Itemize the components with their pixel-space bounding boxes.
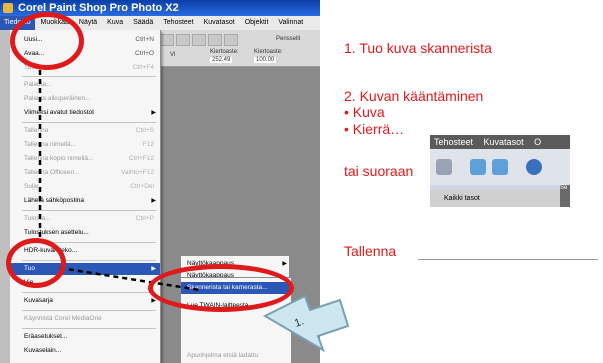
instruction-bullet-kierra: • Kierrä…: [344, 121, 405, 137]
instruction-step2: 2. Kuvan kääntäminen: [344, 88, 484, 104]
toolbar-icon[interactable]: [436, 159, 452, 175]
highlight-circle-tuo: [6, 238, 66, 288]
highlight-circle-scanner: [148, 264, 294, 312]
mini-menubar: Tehosteet Kuvatasot O: [430, 135, 570, 149]
save-underline: [418, 259, 598, 260]
mini-side-panel: Se: [560, 185, 570, 207]
highlight-circle-file-menu: [10, 12, 84, 70]
mini-menu-o[interactable]: O: [530, 137, 545, 147]
rotate-left-icon[interactable]: [470, 159, 486, 175]
toolbar-icon[interactable]: [526, 159, 542, 175]
mini-menu-tehosteet[interactable]: Tehosteet: [430, 137, 477, 147]
mini-side-label: Se: [560, 185, 568, 191]
mini-menu-kuvatasot[interactable]: Kuvatasot: [480, 137, 528, 147]
rotate-right-icon[interactable]: [492, 159, 508, 175]
instruction-save: Tallenna: [344, 243, 397, 259]
instruction-bullet-kuva: • Kuva: [344, 104, 385, 120]
instruction-or-direct: tai suoraan: [344, 163, 414, 179]
mini-layer-bar: Kaikki tasot: [430, 190, 570, 207]
instruction-step1: 1. Tuo kuva skannerista: [344, 40, 492, 56]
rotate-toolbar-screenshot: Tehosteet Kuvatasot O Kaikki tasot Se: [430, 135, 570, 207]
annotation-arrow-icon: [262, 294, 350, 353]
mini-toolbar: [430, 149, 570, 185]
mini-all-layers-label: Kaikki tasot: [444, 195, 480, 202]
